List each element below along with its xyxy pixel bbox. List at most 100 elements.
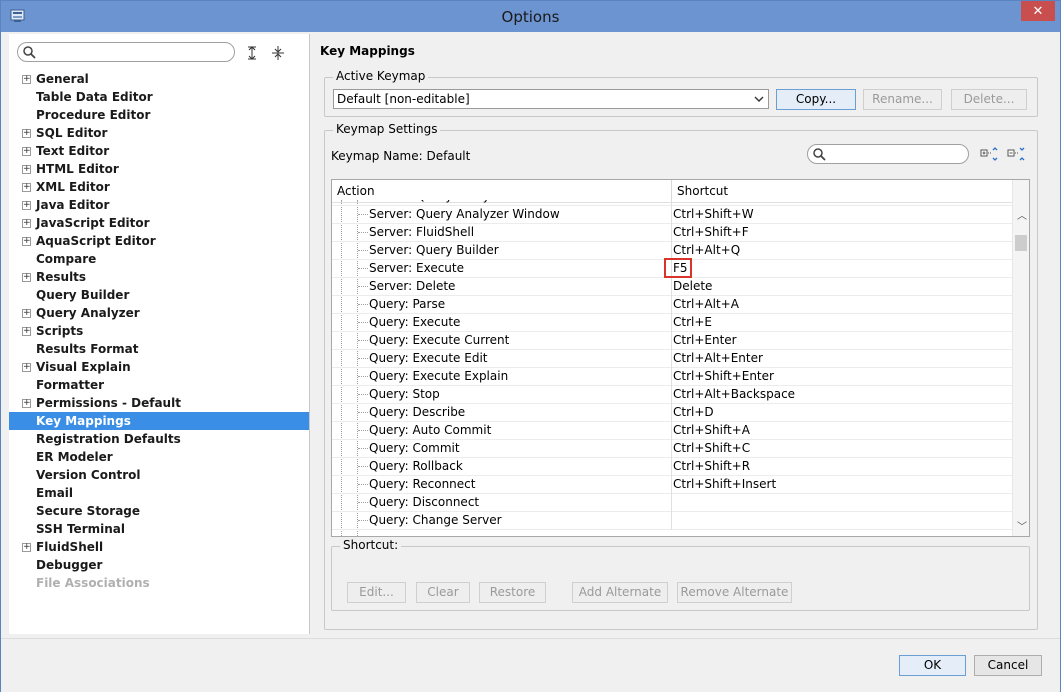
expand-toggle-icon[interactable]: + — [22, 147, 31, 156]
expand-toggle-icon[interactable]: + — [22, 327, 31, 336]
sidebar-item[interactable]: + FluidShell — [9, 538, 309, 556]
edit-shortcut-button[interactable]: Edit... — [347, 582, 406, 603]
table-row[interactable]: Query: Describe Ctrl+D — [332, 404, 1012, 422]
sidebar-item[interactable]: + Text Editor — [9, 142, 309, 160]
collapse-tree-icon[interactable] — [1007, 147, 1025, 163]
tree-connector — [358, 250, 368, 251]
keymap-search[interactable] — [807, 144, 969, 164]
expand-all-icon[interactable] — [245, 46, 259, 60]
sidebar-item-label: Procedure Editor — [36, 108, 151, 122]
expand-toggle-icon[interactable]: + — [22, 309, 31, 318]
action-column-header[interactable]: Action — [337, 184, 375, 198]
keymap-settings-group: Keymap Settings Keymap Name: Default Act… — [324, 122, 1038, 630]
sidebar-item[interactable]: Procedure Editor — [9, 106, 309, 124]
sidebar-item[interactable]: Version Control — [9, 466, 309, 484]
table-row[interactable]: Query: Reconnect Ctrl+Shift+Insert — [332, 476, 1012, 494]
table-row[interactable]: Query: Disconnect — [332, 494, 1012, 512]
scroll-down-icon[interactable]: ﹀ — [1017, 518, 1027, 533]
rename-keymap-button[interactable]: Rename... — [863, 89, 942, 110]
expand-toggle-icon[interactable]: + — [22, 363, 31, 372]
expand-toggle-icon[interactable]: + — [22, 219, 31, 228]
sidebar-item-label: Table Data Editor — [36, 90, 153, 104]
table-row[interactable]: Query: Commit Ctrl+Shift+C — [332, 440, 1012, 458]
expand-toggle-icon[interactable]: + — [22, 75, 31, 84]
cancel-button[interactable]: Cancel — [974, 655, 1042, 676]
sidebar-item[interactable]: ER Modeler — [9, 448, 309, 466]
table-row[interactable]: Query: Parse Ctrl+Alt+A — [332, 296, 1012, 314]
table-row[interactable]: Query: Execute Explain Ctrl+Shift+Enter — [332, 368, 1012, 386]
expand-tree-icon[interactable] — [980, 147, 998, 163]
sidebar-item[interactable]: Formatter — [9, 376, 309, 394]
shortcut-column-header[interactable]: Shortcut — [677, 184, 728, 198]
expand-toggle-icon[interactable]: + — [22, 183, 31, 192]
sidebar-item[interactable]: Email — [9, 484, 309, 502]
sidebar-item[interactable]: Key Mappings — [9, 412, 309, 430]
sidebar-item[interactable]: + General — [9, 70, 309, 88]
action-cell: Query: Execute — [369, 315, 461, 329]
sidebar-item[interactable]: Registration Defaults — [9, 430, 309, 448]
keymap-search-input[interactable] — [828, 146, 966, 162]
restore-shortcut-button[interactable]: Restore — [479, 582, 546, 603]
expand-toggle-icon[interactable]: + — [22, 273, 31, 282]
close-button[interactable]: ✕ — [1021, 1, 1055, 21]
sidebar-item[interactable]: Secure Storage — [9, 502, 309, 520]
expand-toggle-icon[interactable]: + — [22, 201, 31, 210]
sidebar-item[interactable]: + Query Analyzer — [9, 304, 309, 322]
sidebar-item[interactable]: Compare — [9, 250, 309, 268]
sidebar-item[interactable]: Debugger — [9, 556, 309, 574]
sidebar-item[interactable]: Results Format — [9, 340, 309, 358]
clear-shortcut-button[interactable]: Clear — [416, 582, 470, 603]
sidebar-item[interactable]: + AquaScript Editor — [9, 232, 309, 250]
remove-alternate-button[interactable]: Remove Alternate — [677, 582, 792, 603]
sidebar-item[interactable]: + Results — [9, 268, 309, 286]
table-scrollbar[interactable]: ︿ ﹀ — [1012, 180, 1029, 536]
table-row[interactable]: Query: Rollback Ctrl+Shift+R — [332, 458, 1012, 476]
key-mappings-table: Action Shortcut Server: Query Analyzer C… — [331, 179, 1030, 537]
sidebar-item[interactable]: Query Builder — [9, 286, 309, 304]
sidebar-item[interactable]: File Associations — [9, 574, 309, 592]
tree-connector — [358, 358, 368, 359]
copy-keymap-button[interactable]: Copy... — [776, 89, 856, 110]
sidebar-item[interactable]: + JavaScript Editor — [9, 214, 309, 232]
sidebar-item[interactable]: + Visual Explain — [9, 358, 309, 376]
sidebar-item[interactable]: + Scripts — [9, 322, 309, 340]
tree-connector — [358, 322, 368, 323]
sidebar-item[interactable]: SSH Terminal — [9, 520, 309, 538]
sidebar-item[interactable]: + XML Editor — [9, 178, 309, 196]
scroll-up-icon[interactable]: ︿ — [1017, 207, 1027, 222]
active-keymap-group: Active Keymap Default [non-editable] Cop… — [324, 69, 1038, 117]
expand-toggle-icon[interactable]: + — [22, 165, 31, 174]
table-row[interactable]: Query: Auto Commit Ctrl+Shift+A — [332, 422, 1012, 440]
table-row[interactable]: Query: Execute Ctrl+E — [332, 314, 1012, 332]
collapse-all-icon[interactable] — [271, 46, 285, 60]
sidebar-item[interactable]: Table Data Editor — [9, 88, 309, 106]
expand-toggle-icon[interactable]: + — [22, 129, 31, 138]
ok-button[interactable]: OK — [899, 655, 966, 676]
table-row[interactable]: Query: Change Server — [332, 512, 1012, 530]
sidebar-search[interactable] — [17, 42, 235, 62]
active-keymap-select[interactable]: Default [non-editable] — [333, 89, 769, 109]
table-row[interactable]: Server: FluidShell Ctrl+Shift+F — [332, 224, 1012, 242]
table-row[interactable]: Query: Stop Ctrl+Alt+Backspace — [332, 386, 1012, 404]
expand-toggle-icon[interactable]: + — [22, 543, 31, 552]
sidebar-item[interactable]: + Permissions - Default — [9, 394, 309, 412]
delete-keymap-button[interactable]: Delete... — [951, 89, 1027, 110]
expand-toggle-icon[interactable]: + — [22, 237, 31, 246]
sidebar-item[interactable]: + SQL Editor — [9, 124, 309, 142]
table-row[interactable]: Query: Execute Edit Ctrl+Alt+Enter — [332, 350, 1012, 368]
table-row[interactable]: Server: Execute F5 — [332, 258, 1012, 278]
shortcut-cell: Ctrl+D — [673, 405, 714, 419]
sidebar-item[interactable]: + Java Editor — [9, 196, 309, 214]
table-row[interactable]: Server: Delete Delete — [332, 278, 1012, 296]
action-cell: Server: Execute — [369, 261, 464, 275]
add-alternate-button[interactable]: Add Alternate — [572, 582, 668, 603]
table-row[interactable]: Query: Execute Current Ctrl+Enter — [332, 332, 1012, 350]
action-cell: Server: Query Analyzer Window — [369, 207, 560, 221]
table-row[interactable]: Server: Query Analyzer Window Ctrl+Shift+… — [332, 206, 1012, 224]
shortcut-cell: Delete — [673, 279, 713, 293]
sidebar-item-label: Text Editor — [36, 144, 110, 158]
expand-toggle-icon[interactable]: + — [22, 399, 31, 408]
sidebar-search-input[interactable] — [38, 44, 232, 60]
scrollbar-thumb[interactable] — [1015, 235, 1027, 251]
sidebar-item[interactable]: + HTML Editor — [9, 160, 309, 178]
